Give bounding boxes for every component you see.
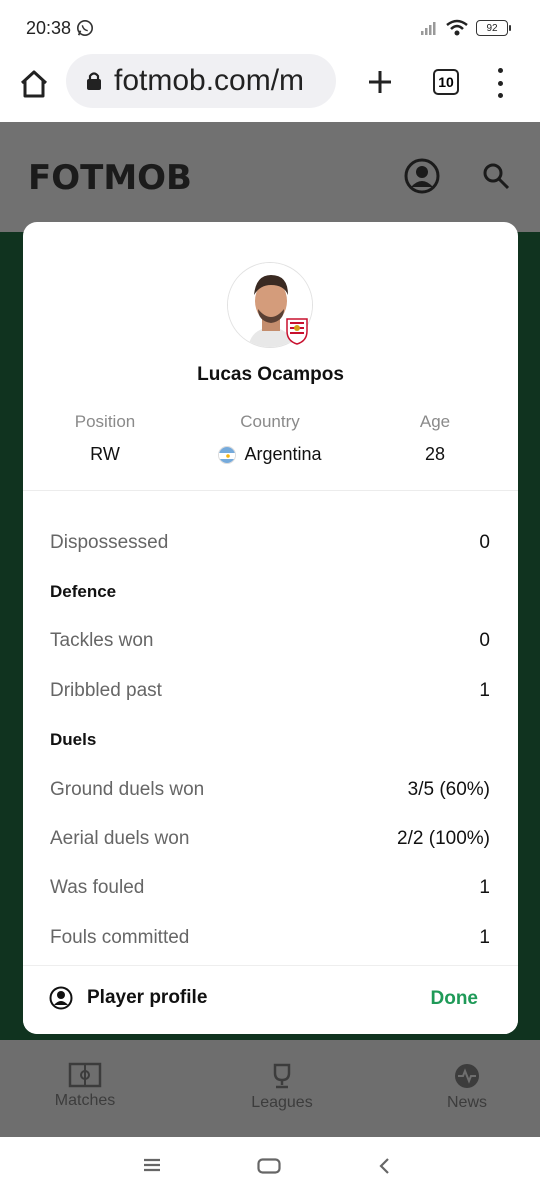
stat-value: 1 [479, 679, 490, 701]
stat-row: Was fouled 1 [50, 864, 490, 913]
country-info: Country Argentina [190, 412, 350, 465]
age-label: Age [419, 412, 451, 431]
person-icon [49, 986, 73, 1010]
system-nav-bar [0, 1137, 540, 1200]
stat-label: Dispossessed [50, 531, 169, 553]
nav-matches[interactable]: Matches [25, 1062, 145, 1110]
battery-icon: 92 [476, 20, 511, 36]
nav-news[interactable]: News [407, 1062, 527, 1112]
stat-value: 0 [479, 531, 490, 553]
age-value: 28 [355, 444, 515, 465]
stat-row: Tackles won 0 [50, 617, 490, 666]
stat-label: Dribbled past [50, 679, 162, 701]
stat-value: 2/2 (100%) [397, 828, 490, 850]
divider [23, 490, 518, 491]
new-tab-icon[interactable] [362, 64, 398, 100]
recent-apps-icon[interactable] [143, 1157, 161, 1173]
trophy-icon [273, 1063, 291, 1089]
home-nav-icon[interactable] [257, 1158, 281, 1174]
nav-leagues-label: Leagues [251, 1094, 313, 1111]
position-label: Position [74, 412, 136, 431]
position-text: RW [90, 444, 120, 464]
nav-leagues[interactable]: Leagues [222, 1062, 342, 1112]
stat-label: Ground duels won [50, 778, 205, 800]
stat-value: 1 [479, 877, 490, 899]
browser-menu-icon[interactable] [494, 68, 506, 98]
stat-section-header: Defence [50, 567, 490, 616]
search-icon[interactable] [482, 162, 510, 190]
player-stats-dialog: Lucas Ocampos Position RW Country Argent… [23, 222, 518, 1034]
position-info: Position RW [25, 412, 185, 465]
stat-label: Was fouled [50, 877, 145, 899]
stat-row: Fouls committed 1 [50, 913, 490, 962]
player-name: Lucas Ocampos [197, 364, 344, 385]
age-info: Age 28 [355, 412, 515, 465]
stat-value: 3/5 (60%) [407, 778, 490, 800]
club-badge-icon [286, 318, 308, 345]
country-value: Argentina [190, 444, 350, 465]
stat-section-header: Duels [50, 716, 490, 765]
stat-row: Ground duels won 3/5 (60%) [50, 765, 490, 814]
stat-row: Dribbled past 1 [50, 666, 490, 715]
status-bar: 20:38 92 [0, 0, 540, 58]
site-logo[interactable]: FOTMOB [28, 158, 192, 198]
home-icon[interactable] [16, 66, 52, 102]
player-profile-button[interactable]: Player profile [49, 986, 207, 1010]
country-text: Argentina [244, 444, 322, 464]
stat-label: Fouls committed [50, 926, 190, 948]
lock-icon [87, 72, 101, 90]
site-header: FOTMOB [0, 122, 540, 232]
section-title: Defence [50, 582, 117, 602]
tab-count: 10 [438, 74, 454, 90]
site-bottom-nav: Matches Leagues News [0, 1040, 540, 1137]
stats-list: Dispossessed 0 Defence Tackles won 0 Dribb… [50, 518, 490, 963]
stat-value: 0 [479, 630, 490, 652]
pitch-icon [68, 1062, 102, 1088]
dialog-footer: Player profile Done [23, 965, 518, 1034]
account-icon[interactable] [404, 158, 440, 194]
age-text: 28 [424, 444, 446, 464]
done-button[interactable]: Done [431, 988, 479, 1010]
stat-row: Dispossessed 0 [50, 518, 490, 567]
tab-switcher-button[interactable]: 10 [433, 69, 459, 95]
url-text: fotmob.com/m [114, 64, 305, 97]
nav-matches-label: Matches [54, 1092, 116, 1109]
section-title: Duels [50, 730, 97, 750]
country-label: Country [240, 412, 300, 431]
whatsapp-icon [76, 19, 94, 37]
address-bar[interactable]: fotmob.com/m [66, 54, 336, 108]
browser-toolbar: fotmob.com/m 10 [0, 54, 540, 122]
nav-news-label: News [446, 1094, 487, 1111]
stat-value: 1 [479, 926, 490, 948]
wifi-icon [446, 19, 468, 36]
stat-label: Tackles won [50, 630, 154, 652]
back-icon[interactable] [378, 1157, 390, 1175]
news-icon [455, 1064, 479, 1088]
argentina-flag-icon [218, 445, 237, 464]
stat-label: Aerial duels won [50, 828, 190, 850]
player-profile-label: Player profile [87, 987, 208, 1008]
position-value: RW [25, 444, 185, 465]
battery-level: 92 [486, 22, 498, 34]
status-time: 20:38 [26, 18, 72, 38]
stat-row: Aerial duels won 2/2 (100%) [50, 814, 490, 863]
signal-icon [421, 22, 436, 35]
